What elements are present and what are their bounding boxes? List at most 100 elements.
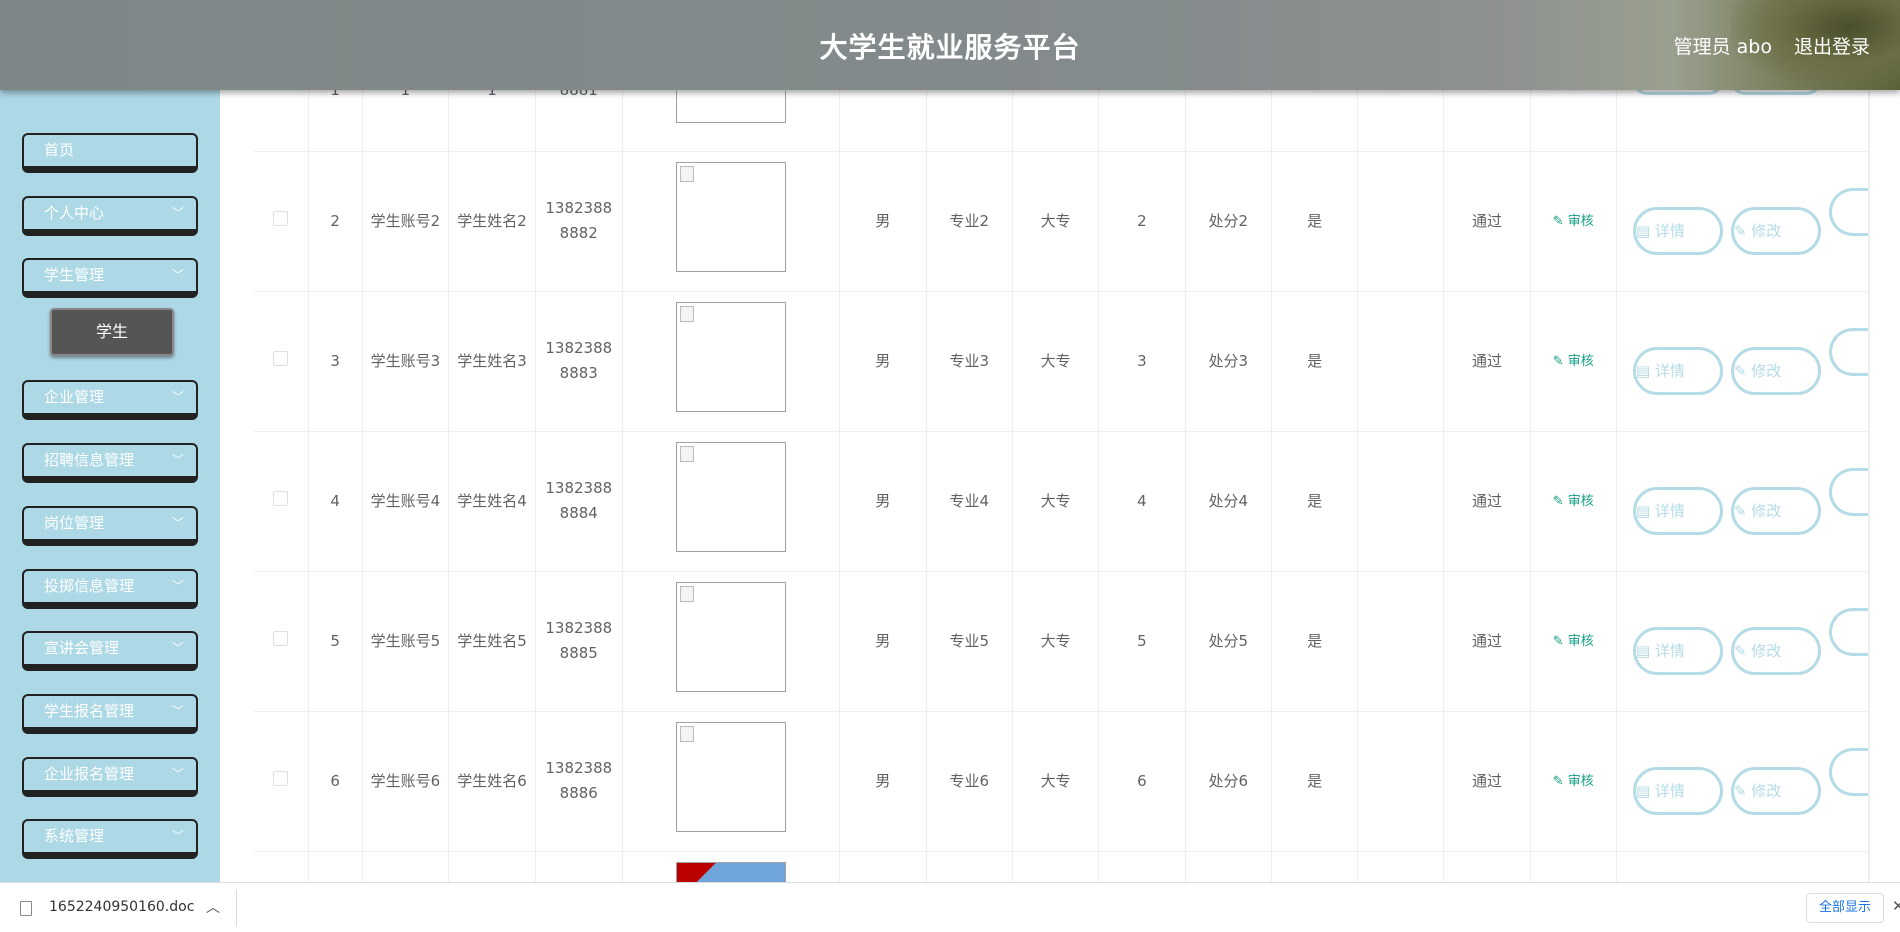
chevron-down-icon: ﹀ xyxy=(171,829,184,843)
student-number: 6 xyxy=(1137,771,1147,790)
download-bar: 1652240950160.doc ︿ 全部显示 ✕ xyxy=(0,882,1900,932)
broken-image-icon xyxy=(679,166,694,182)
table-row xyxy=(254,851,1870,882)
student-major: 专业5 xyxy=(949,631,990,650)
audit-status: 通过 xyxy=(1471,211,1502,230)
sidebar-item-label: 企业报名管理 xyxy=(44,765,135,783)
sidebar-item-label: 个人中心 xyxy=(44,204,105,222)
sidebar-item-application-management[interactable]: 投掷信息管理 ﹀ xyxy=(22,569,198,609)
delete-button[interactable] xyxy=(1828,187,1869,236)
student-account: 学生账号5 xyxy=(370,631,441,650)
sidebar-item-recruitment-management[interactable]: 招聘信息管理 ﹀ xyxy=(22,443,198,483)
chevron-up-icon[interactable]: ︿ xyxy=(206,897,220,917)
document-icon: ▤ xyxy=(1635,501,1651,520)
audit-status: 通过 xyxy=(1471,771,1502,790)
student-table: 1 1 1 8881 2 学生账号2 学生姓名2 13823888882 男 专… xyxy=(254,78,1870,882)
student-major: 专业2 xyxy=(949,211,990,230)
student-education: 大专 xyxy=(1040,631,1071,650)
student-punishment: 处分2 xyxy=(1208,211,1248,230)
table-row: 2 学生账号2 学生姓名2 13823888882 男 专业2 大专 2 处分2… xyxy=(254,151,1870,292)
row-checkbox[interactable] xyxy=(273,350,289,366)
edit-label: 修改 xyxy=(1751,641,1782,660)
delete-button[interactable] xyxy=(1828,467,1869,516)
chevron-down-icon: ﹀ xyxy=(171,641,184,655)
row-number: 5 xyxy=(330,631,340,650)
details-button[interactable]: ▤ 详情 xyxy=(1632,486,1723,535)
student-number: 5 xyxy=(1137,631,1147,650)
student-phone: 13823888886 xyxy=(545,759,613,802)
student-account: 学生账号4 xyxy=(370,491,441,510)
table-row: 3 学生账号3 学生姓名3 13823888883 男 专业3 大专 3 处分3… xyxy=(254,291,1870,432)
details-button[interactable]: ▤ 详情 xyxy=(1632,766,1723,815)
submenu-item-student[interactable]: 学生 xyxy=(50,308,174,356)
edit-button[interactable]: ✎ 修改 xyxy=(1730,346,1821,395)
audit-link[interactable]: ✎ 审核 xyxy=(1553,214,1594,229)
row-checkbox[interactable] xyxy=(273,630,289,646)
sidebar-item-company-management[interactable]: 企业管理 ﹀ xyxy=(22,380,198,420)
details-button[interactable]: ▤ 详情 xyxy=(1632,346,1723,395)
audit-label: 审核 xyxy=(1567,634,1594,649)
edit-button[interactable]: ✎ 修改 xyxy=(1730,486,1821,535)
chevron-down-icon: ﹀ xyxy=(171,390,184,404)
audit-link[interactable]: ✎ 审核 xyxy=(1553,634,1594,649)
audit-status: 通过 xyxy=(1471,631,1502,650)
document-icon: ▤ xyxy=(1635,361,1651,380)
sidebar-item-personal-center[interactable]: 个人中心 ﹀ xyxy=(22,196,198,236)
student-gender: 男 xyxy=(875,351,891,370)
download-filename[interactable]: 1652240950160.doc xyxy=(49,899,194,915)
student-phone: 13823888882 xyxy=(545,199,613,242)
details-button[interactable]: ▤ 详情 xyxy=(1632,206,1723,255)
sidebar-item-home[interactable]: 首页 xyxy=(22,133,198,173)
sidebar-item-system-management[interactable]: 系统管理 ﹀ xyxy=(22,819,198,859)
audit-status: 通过 xyxy=(1471,491,1502,510)
pencil-icon: ✎ xyxy=(1552,634,1564,649)
delete-button[interactable] xyxy=(1828,327,1869,376)
student-photo xyxy=(675,90,786,123)
broken-image-icon xyxy=(679,306,694,322)
student-number: 2 xyxy=(1137,211,1147,230)
chevron-down-icon: ﹀ xyxy=(171,704,184,718)
student-phone: 13823888885 xyxy=(545,619,613,662)
student-flag: 是 xyxy=(1307,631,1323,650)
edit-button[interactable]: ✎ 修改 xyxy=(1730,206,1821,255)
sidebar-item-position-management[interactable]: 岗位管理 ﹀ xyxy=(22,506,198,546)
edit-label: 修改 xyxy=(1751,781,1782,800)
app-title: 大学生就业服务平台 xyxy=(819,31,1081,64)
document-icon: ▤ xyxy=(1635,221,1651,240)
sidebar: 首页 个人中心 ﹀ 学生管理 ﹀ 学生 企业管理 ﹀ 招聘信息管理 ﹀ 岗位管理 ﹀ 投掷… xyxy=(0,90,220,882)
student-phone: 13823888884 xyxy=(545,479,613,522)
row-checkbox[interactable] xyxy=(273,490,289,506)
audit-label: 审核 xyxy=(1567,774,1594,789)
student-gender: 男 xyxy=(875,771,891,790)
details-label: 详情 xyxy=(1654,361,1685,380)
sidebar-item-student-signup-management[interactable]: 学生报名管理 ﹀ xyxy=(22,694,198,734)
chevron-down-icon: ﹀ xyxy=(171,268,184,282)
student-photo xyxy=(675,722,786,832)
edit-button[interactable]: ✎ 修改 xyxy=(1730,766,1821,815)
audit-link[interactable]: ✎ 审核 xyxy=(1553,494,1594,509)
student-punishment: 处分6 xyxy=(1208,771,1248,790)
pencil-icon: ✎ xyxy=(1552,354,1564,369)
student-photo xyxy=(675,861,786,882)
delete-button[interactable] xyxy=(1828,607,1869,656)
close-icon[interactable]: ✕ xyxy=(1892,897,1900,915)
show-all-button[interactable]: 全部显示 xyxy=(1806,893,1884,923)
row-number: 2 xyxy=(330,211,340,230)
student-account: 学生账号6 xyxy=(370,771,441,790)
student-photo xyxy=(675,442,786,552)
delete-button[interactable] xyxy=(1828,747,1869,796)
student-photo xyxy=(675,582,786,692)
row-checkbox[interactable] xyxy=(273,770,289,786)
details-button[interactable]: ▤ 详情 xyxy=(1632,626,1723,675)
sidebar-item-company-signup-management[interactable]: 企业报名管理 ﹀ xyxy=(22,757,198,797)
edit-button[interactable]: ✎ 修改 xyxy=(1730,626,1821,675)
current-user: 管理员 abo xyxy=(1673,36,1772,58)
audit-link[interactable]: ✎ 审核 xyxy=(1553,774,1594,789)
sidebar-item-seminar-management[interactable]: 宣讲会管理 ﹀ xyxy=(22,631,198,671)
audit-link[interactable]: ✎ 审核 xyxy=(1553,354,1594,369)
sidebar-item-student-management[interactable]: 学生管理 ﹀ xyxy=(22,258,198,298)
logout-button[interactable]: 退出登录 xyxy=(1794,32,1870,59)
student-number: 3 xyxy=(1137,351,1147,370)
row-checkbox[interactable] xyxy=(273,210,289,226)
student-name: 学生姓名2 xyxy=(457,211,527,230)
